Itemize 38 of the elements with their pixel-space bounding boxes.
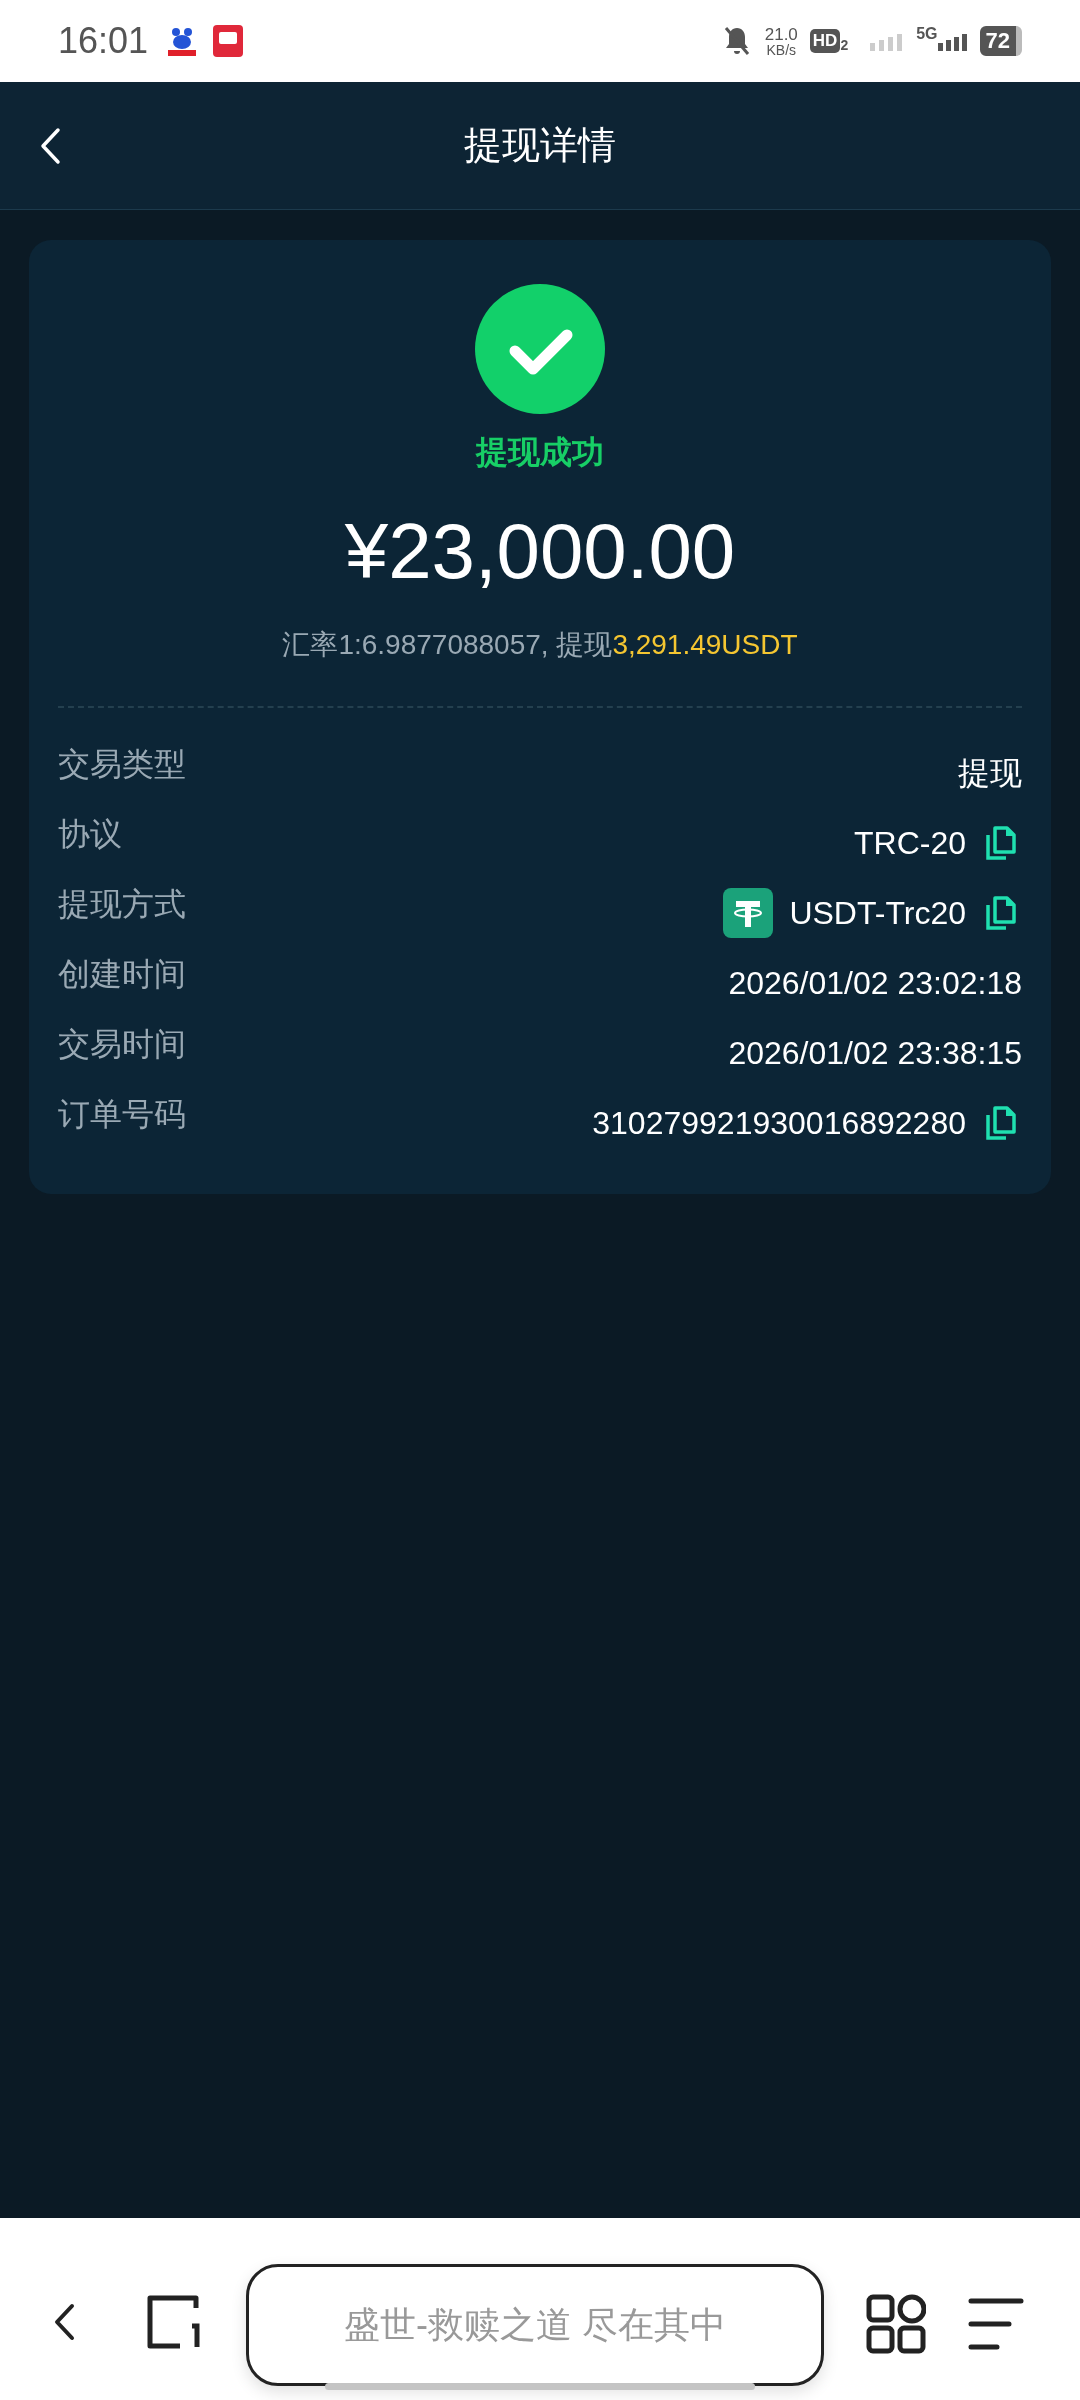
detail-label: 交易时间	[58, 1025, 186, 1064]
battery-level: 72	[979, 26, 1022, 56]
detail-label: 创建时间	[58, 955, 186, 994]
app-notification-icon	[212, 24, 245, 58]
net-speed-unit: KB/s	[766, 42, 797, 57]
hd-sub: 2	[840, 36, 849, 55]
detail-value: 提现	[958, 754, 1022, 793]
apps-icon[interactable]	[866, 2294, 926, 2354]
net-speed: 21.0	[764, 25, 798, 43]
usdt-amount: 3,291.49USDT	[612, 629, 798, 660]
detail-value: TRC-20	[854, 824, 966, 863]
tether-coin-icon	[723, 888, 774, 938]
signal-icon	[870, 31, 905, 51]
network-type: 5G	[916, 24, 938, 44]
detail-value: 310279921930016892280	[592, 1104, 966, 1143]
copy-icon[interactable]	[986, 896, 1016, 930]
signal-icon	[937, 31, 968, 51]
detail-value: 2026/01/02 23:38:15	[728, 1034, 1022, 1073]
clock-time: 16:01	[58, 19, 149, 63]
page-title: 提现详情	[464, 123, 616, 168]
detail-label: 协议	[58, 815, 122, 854]
search-field[interactable]: 盛世-救赎之道 尽在其中	[246, 2264, 824, 2386]
back-icon	[53, 2302, 75, 2342]
detail-value: USDT-Trc20	[789, 894, 966, 933]
amount-text: ¥23,000.00	[344, 512, 736, 590]
success-check-icon	[475, 284, 605, 414]
detail-label: 提现方式	[58, 885, 186, 924]
status-text: 提现成功	[476, 433, 604, 472]
exchange-rate-text: 汇率1:6.9877088057, 提现	[282, 629, 613, 660]
detail-value: 2026/01/02 23:02:18	[728, 964, 1022, 1003]
menu-icon[interactable]	[968, 2296, 1024, 2352]
copy-icon[interactable]	[986, 826, 1016, 860]
back-icon	[39, 127, 61, 165]
detail-label: 订单号码	[58, 1095, 186, 1134]
detail-label: 交易类型	[58, 745, 186, 784]
mute-bell-icon	[722, 25, 751, 57]
hd-badge: HD	[809, 29, 841, 53]
copy-icon[interactable]	[986, 1106, 1016, 1140]
